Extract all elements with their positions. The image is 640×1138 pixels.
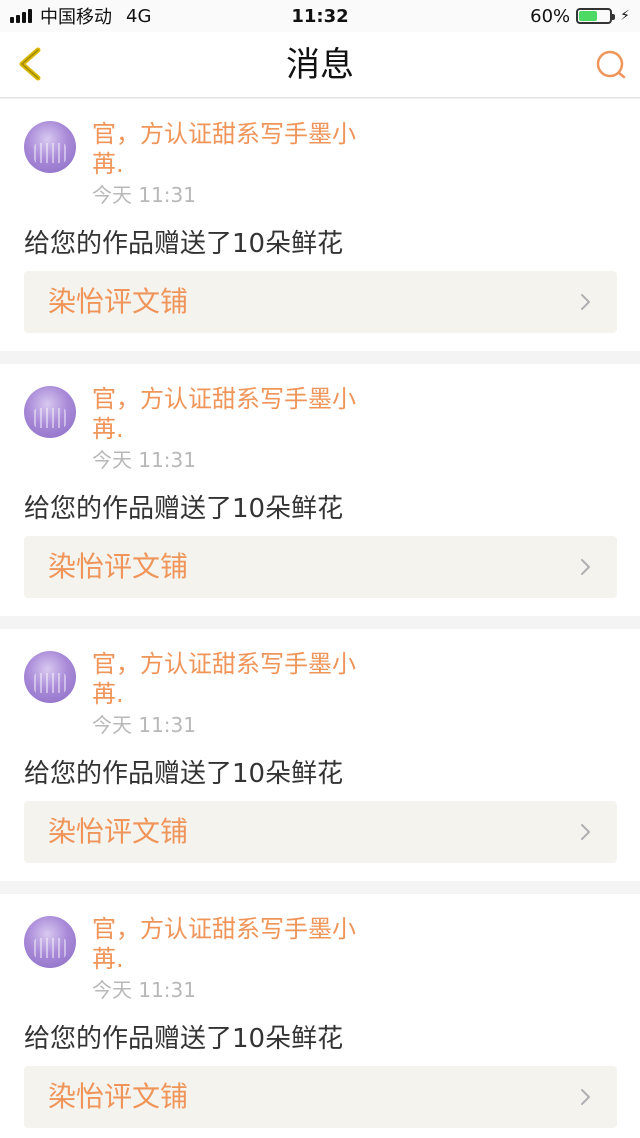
sender-name[interactable]: 官，方认证甜系写手墨小苒. xyxy=(92,119,382,179)
chevron-right-icon xyxy=(581,824,590,840)
message-text: 给您的作品赠送了10朵鲜花 xyxy=(24,229,344,259)
chevron-right-icon xyxy=(581,1089,590,1105)
status-bar: 中国移动 4G 11:32 60% ⚡ xyxy=(0,0,640,32)
message-text: 给您的作品赠送了10朵鲜花 xyxy=(24,759,344,789)
chevron-right-icon xyxy=(581,294,590,310)
message-time: 今天 11:31 xyxy=(92,978,196,1002)
work-name: 染怡评文铺 xyxy=(48,815,189,848)
sender-name[interactable]: 官，方认证甜系写手墨小苒. xyxy=(92,649,382,709)
work-name: 染怡评文铺 xyxy=(48,550,189,583)
sender-name[interactable]: 官，方认证甜系写手墨小苒. xyxy=(92,914,382,974)
message-card[interactable]: 官，方认证甜系写手墨小苒. 今天 11:31 给您的作品赠送了10朵鲜花 染怡评… xyxy=(0,364,640,616)
message-card[interactable]: 官，方认证甜系写手墨小苒. 今天 11:31 给您的作品赠送了10朵鲜花 染怡评… xyxy=(0,894,640,1138)
message-text: 给您的作品赠送了10朵鲜花 xyxy=(24,494,344,524)
work-link[interactable]: 染怡评文铺 xyxy=(24,1066,617,1128)
message-time: 今天 11:31 xyxy=(92,713,196,737)
message-card[interactable]: 官，方认证甜系写手墨小苒. 今天 11:31 给您的作品赠送了10朵鲜花 染怡评… xyxy=(0,99,640,351)
avatar[interactable] xyxy=(24,651,76,703)
work-link[interactable]: 染怡评文铺 xyxy=(24,271,617,333)
avatar[interactable] xyxy=(24,121,76,173)
message-time: 今天 11:31 xyxy=(92,448,196,472)
chevron-right-icon xyxy=(581,559,590,575)
charging-icon: ⚡ xyxy=(620,8,630,24)
battery-fill xyxy=(579,11,598,21)
search-button[interactable] xyxy=(594,48,628,82)
nav-bar: 消息 xyxy=(0,32,640,98)
work-link[interactable]: 染怡评文铺 xyxy=(24,536,617,598)
search-icon xyxy=(596,50,626,79)
battery-icon xyxy=(576,8,616,24)
message-text: 给您的作品赠送了10朵鲜花 xyxy=(24,1024,344,1054)
battery-percent: 60% xyxy=(530,5,571,27)
status-right: 60% ⚡ xyxy=(530,0,630,32)
avatar[interactable] xyxy=(24,386,76,438)
message-time: 今天 11:31 xyxy=(92,183,196,207)
work-name: 染怡评文铺 xyxy=(48,1080,189,1113)
page-title: 消息 xyxy=(286,45,354,85)
sender-name[interactable]: 官，方认证甜系写手墨小苒. xyxy=(92,384,382,444)
message-card[interactable]: 官，方认证甜系写手墨小苒. 今天 11:31 给您的作品赠送了10朵鲜花 染怡评… xyxy=(0,629,640,881)
message-list: 官，方认证甜系写手墨小苒. 今天 11:31 给您的作品赠送了10朵鲜花 染怡评… xyxy=(0,99,640,1138)
work-name: 染怡评文铺 xyxy=(48,285,189,318)
work-link[interactable]: 染怡评文铺 xyxy=(24,801,617,863)
avatar[interactable] xyxy=(24,916,76,968)
